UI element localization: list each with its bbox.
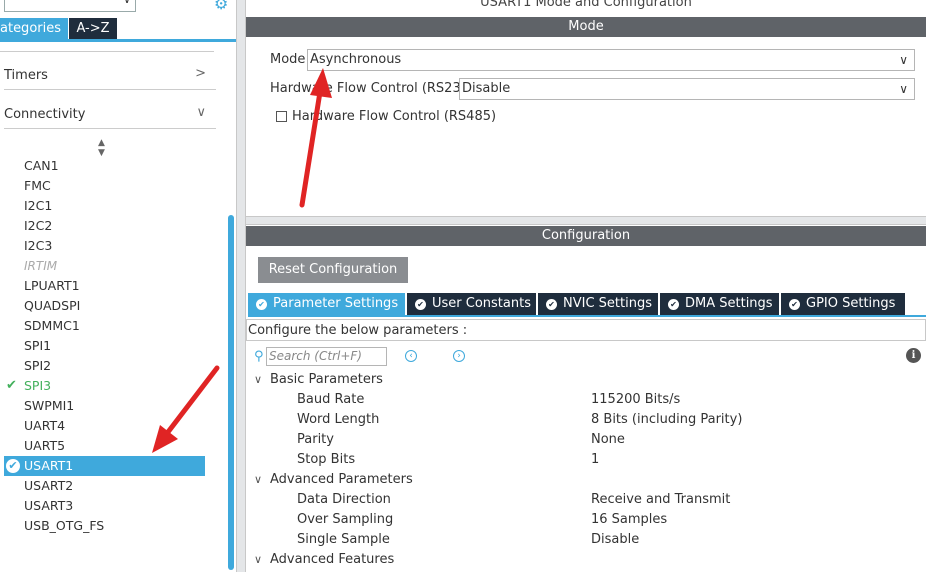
red-arrow-to-mode-select [299, 68, 332, 208]
annotation-arrows [152, 68, 332, 453]
red-arrow-to-usart1 [152, 365, 220, 453]
